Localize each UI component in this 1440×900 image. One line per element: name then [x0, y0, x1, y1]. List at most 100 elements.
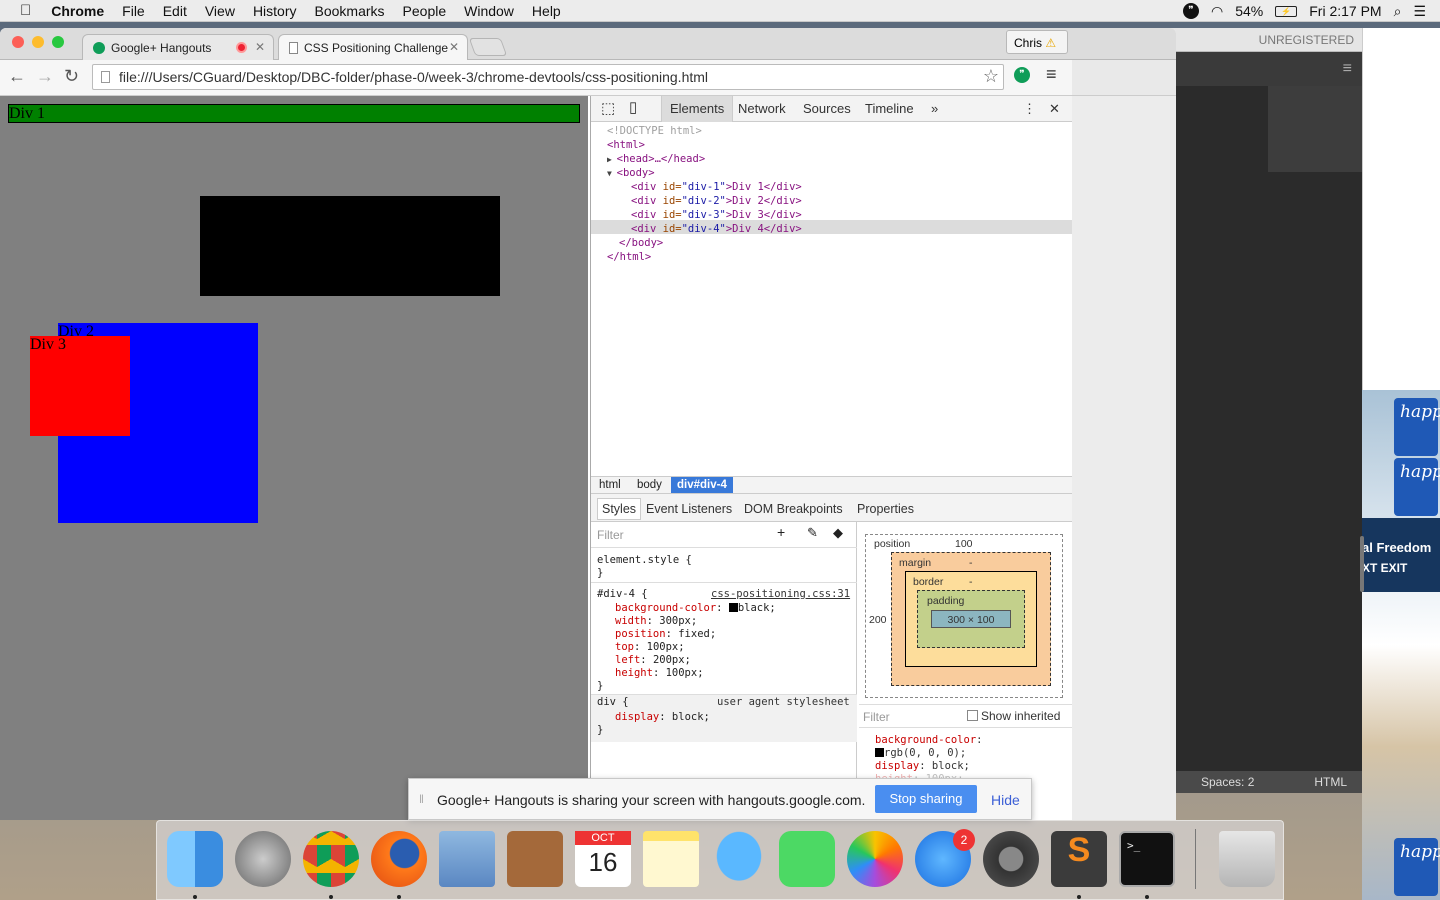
chrome-icon[interactable] [303, 831, 359, 887]
messages-icon[interactable] [711, 831, 767, 887]
forward-arrow-icon[interactable]: → [36, 66, 54, 87]
prop-left[interactable]: left: 200px; [615, 654, 691, 667]
color-format-icon[interactable]: ◆ [833, 526, 843, 539]
rule-selector[interactable]: #div-4 { [597, 588, 648, 601]
tab-hangouts[interactable]: Google+ Hangouts ✕ [82, 34, 274, 60]
drag-handle-icon[interactable]: ‖ [419, 792, 424, 806]
computed-filter-input[interactable]: Filter [863, 710, 890, 724]
contacts-icon[interactable] [507, 831, 563, 887]
menu-app-name[interactable]: Chrome [51, 3, 104, 19]
crumb-body[interactable]: body [637, 479, 662, 491]
zoom-window-button[interactable] [52, 36, 64, 48]
rule-source-link[interactable]: css-positioning.css:31 [711, 588, 850, 601]
apple-menu-icon[interactable]:  [20, 2, 31, 19]
reload-icon[interactable]: ↻ [64, 66, 79, 87]
show-inherited-checkbox[interactable] [967, 710, 978, 721]
firefox-icon[interactable] [371, 831, 427, 887]
menu-help[interactable]: Help [532, 3, 561, 19]
battery-icon[interactable]: ⚡ [1275, 5, 1298, 17]
dom-body-close[interactable]: </body> [619, 236, 663, 250]
wifi-icon[interactable]: ◠ [1211, 3, 1223, 20]
trash-icon[interactable] [1219, 831, 1275, 887]
subtab-properties[interactable]: Properties [857, 502, 914, 516]
close-tab-icon[interactable]: ✕ [255, 40, 265, 54]
dom-head-node[interactable]: ▶ <head>…</head> [607, 152, 705, 167]
subtab-styles[interactable]: Styles [597, 498, 642, 520]
dom-div-4-node[interactable]: <div id="div-4">Div 4</div> [631, 222, 802, 236]
menu-people[interactable]: People [403, 3, 447, 19]
notification-center-icon[interactable]: ☰ [1413, 3, 1426, 20]
prop-background-color[interactable]: background-color: black; [615, 602, 776, 615]
border-top-value[interactable]: - [969, 576, 973, 588]
menu-view[interactable]: View [205, 3, 235, 19]
div-1[interactable]: Div 1 [8, 104, 580, 123]
back-arrow-icon[interactable]: ← [8, 66, 26, 87]
new-rule-plus-icon[interactable]: + [777, 525, 785, 539]
inspect-element-icon[interactable]: ⬚ [601, 99, 615, 117]
sublime-text-icon[interactable]: S [1051, 831, 1107, 887]
clock[interactable]: Fri 2:17 PM [1309, 3, 1381, 19]
position-left-value[interactable]: 200 [869, 614, 887, 626]
prop-top[interactable]: top: 100px; [615, 641, 685, 654]
dom-div-2-node[interactable]: <div id="div-2">Div 2</div> [631, 194, 802, 208]
collapse-triangle-icon[interactable]: ▼ [607, 169, 617, 178]
system-preferences-icon[interactable] [983, 831, 1039, 887]
tab-sources[interactable]: Sources [803, 101, 851, 116]
dom-body-node[interactable]: ▼ <body> [607, 166, 655, 181]
photos-icon[interactable] [847, 831, 903, 887]
ua-selector[interactable]: div { [597, 696, 629, 709]
more-tabs-chevron[interactable]: » [931, 101, 938, 116]
dom-html-node[interactable]: <html> [607, 138, 645, 152]
div-3[interactable]: Div 3 [30, 336, 130, 436]
status-spaces[interactable]: Spaces: 2 [1201, 775, 1254, 789]
menu-window[interactable]: Window [464, 3, 514, 19]
dom-doctype[interactable]: <!DOCTYPE html> [607, 124, 702, 138]
hangouts-status-icon[interactable]: ❞ [1182, 3, 1199, 19]
subtab-event-listeners[interactable]: Event Listeners [646, 502, 732, 516]
launchpad-icon[interactable] [235, 831, 291, 887]
bookmark-star-icon[interactable]: ☆ [983, 66, 999, 87]
mail-icon[interactable] [439, 831, 495, 887]
chrome-menu-icon[interactable]: ≡ [1046, 64, 1057, 85]
tab-elements[interactable]: Elements [661, 96, 734, 122]
device-mode-icon[interactable]: ▯ [629, 98, 637, 116]
dom-div-1-node[interactable]: <div id="div-1">Div 1</div> [631, 180, 802, 194]
notes-icon[interactable] [643, 831, 699, 887]
devtools-menu-icon[interactable]: ⋮ [1023, 101, 1036, 117]
tab-network[interactable]: Network [738, 101, 786, 116]
close-tab-icon[interactable]: ✕ [449, 40, 459, 54]
menu-edit[interactable]: Edit [163, 3, 187, 19]
prop-width[interactable]: width: 300px; [615, 615, 697, 628]
profile-button[interactable]: Chris ⚠ [1006, 30, 1068, 54]
finder-icon[interactable] [167, 831, 223, 887]
prop-height[interactable]: height: 100px; [615, 667, 704, 680]
sublime-minimap[interactable] [1268, 86, 1362, 172]
expand-triangle-icon[interactable]: ▶ [607, 155, 617, 164]
minimize-window-button[interactable] [32, 36, 44, 48]
computed-display[interactable]: display: block; [875, 760, 970, 772]
subtab-dom-breakpoints[interactable]: DOM Breakpoints [744, 502, 843, 516]
dom-html-close[interactable]: </html> [607, 250, 651, 264]
margin-top-value[interactable]: - [969, 557, 973, 569]
calendar-icon[interactable]: OCT 16 [575, 831, 631, 887]
element-style-selector[interactable]: element.style { [597, 554, 692, 567]
tab-timeline[interactable]: Timeline [865, 101, 914, 116]
div-4[interactable]: Div 4 [200, 196, 500, 296]
color-swatch[interactable] [728, 603, 738, 612]
prop-position[interactable]: position: fixed; [615, 628, 716, 641]
address-bar[interactable]: file:///Users/CGuard/Desktop/DBC-folder/… [92, 64, 1004, 90]
menu-file[interactable]: File [122, 3, 145, 19]
crumb-html[interactable]: html [599, 479, 621, 491]
hide-link[interactable]: Hide [991, 792, 1020, 808]
styles-filter-input[interactable]: Filter [597, 529, 624, 542]
position-top-value[interactable]: 100 [955, 538, 973, 550]
show-inherited-label[interactable]: Show inherited [981, 709, 1060, 723]
menu-icon[interactable]: ≡ [1343, 60, 1352, 78]
stop-sharing-button[interactable]: Stop sharing [875, 785, 977, 813]
pin-icon[interactable]: ✎ [807, 526, 818, 539]
status-syntax[interactable]: HTML [1314, 775, 1347, 789]
terminal-icon[interactable]: >_ [1119, 831, 1175, 887]
hangouts-extension-icon[interactable]: ❞ [1014, 67, 1030, 83]
menu-bookmarks[interactable]: Bookmarks [315, 3, 385, 19]
tab-css-positioning[interactable]: CSS Positioning Challenge ✕ [278, 34, 468, 60]
